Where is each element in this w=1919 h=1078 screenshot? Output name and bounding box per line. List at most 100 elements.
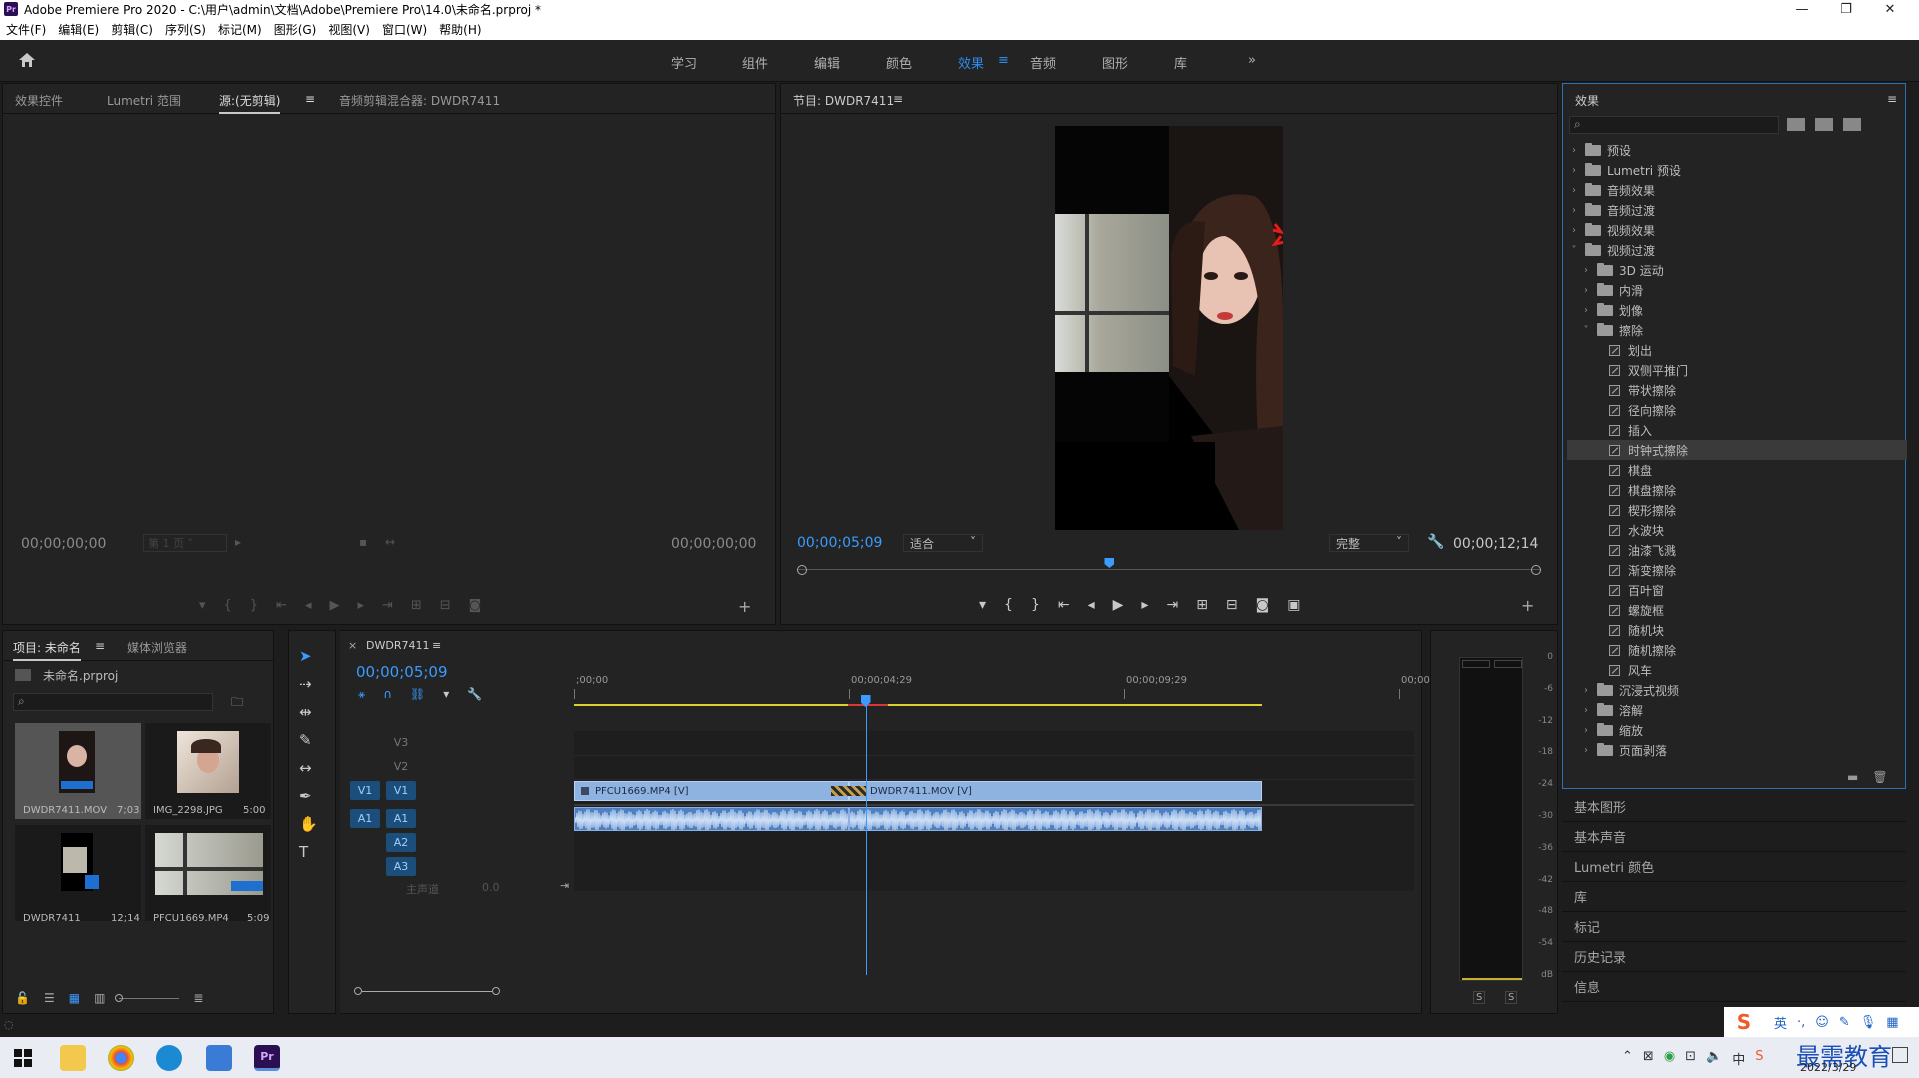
effect-folder[interactable]: › 3D 运动 [1567, 260, 1907, 280]
home-icon[interactable] [18, 52, 36, 68]
ime-tray-icon[interactable]: 中 [1732, 1049, 1745, 1068]
effect-folder[interactable]: ˅ 擦除 [1567, 320, 1907, 340]
program-add-button[interactable]: + [1521, 596, 1534, 615]
chevron-right-icon[interactable]: › [1569, 225, 1579, 236]
edge-icon[interactable] [156, 1045, 182, 1071]
hand-tool-icon[interactable]: ✋ [299, 815, 318, 833]
32-bit-effects-icon[interactable] [1815, 118, 1833, 131]
sort-icon[interactable]: ≣ [193, 991, 203, 1005]
sogou-ime-icon[interactable]: S [1724, 1007, 1764, 1037]
menu-file[interactable]: 文件(F) [6, 21, 46, 38]
program-title[interactable]: 节目: DWDR7411 [793, 92, 894, 109]
lock-icon[interactable]: 🔓 [15, 991, 30, 1005]
add-marker-icon[interactable]: ▾ [443, 687, 449, 702]
ripple-edit-tool-icon[interactable]: ⇹ [299, 703, 318, 721]
sequence-menu-icon[interactable]: ≡ [432, 639, 441, 652]
effect-item[interactable]: 随机块 [1567, 620, 1907, 640]
track-v3-label[interactable]: V3 [386, 733, 416, 752]
tray-app2-icon[interactable]: ◉ [1664, 1049, 1675, 1068]
step-forward-icon[interactable]: ▸ [1141, 597, 1148, 613]
chevron-right-icon[interactable]: › [1569, 165, 1579, 176]
sogou-tray-icon[interactable]: S [1755, 1049, 1763, 1068]
ime-tools-icon[interactable]: ▦ [1886, 1015, 1898, 1030]
ime-skin-icon[interactable]: ✎ [1839, 1015, 1850, 1030]
new-bin-icon[interactable]: ▬ [1847, 770, 1858, 784]
track-v2-label[interactable]: V2 [386, 757, 416, 776]
tab-source[interactable]: 源:(无剪辑) [219, 92, 281, 114]
photos-icon[interactable] [206, 1045, 232, 1071]
chevron-right-icon[interactable]: › [1569, 185, 1579, 196]
effect-folder[interactable]: › 预设 [1567, 140, 1907, 160]
collapsed-panel-item[interactable]: 基本声音 [1562, 822, 1906, 852]
chevron-down-icon[interactable]: ˅ [1581, 325, 1591, 336]
list-view-icon[interactable]: ☰ [44, 991, 55, 1005]
timeline-scrollbar[interactable] [354, 987, 1174, 995]
accelerated-effects-icon[interactable] [1787, 118, 1805, 131]
razor-tool-icon[interactable]: ✎ [299, 731, 318, 749]
effect-folder[interactable]: › 沉浸式视频 [1567, 680, 1907, 700]
source-add-button[interactable]: + [738, 597, 751, 616]
notification-icon[interactable] [1892, 1047, 1908, 1063]
sequence-tab[interactable]: DWDR7411 [366, 639, 429, 652]
effect-item[interactable]: 划出 [1567, 340, 1907, 360]
menu-graphics[interactable]: 图形(G) [274, 21, 317, 38]
more-workspaces-icon[interactable]: » [1248, 53, 1256, 68]
collapsed-panel-item[interactable]: 库 [1562, 882, 1906, 912]
program-playhead[interactable] [1104, 558, 1115, 568]
chevron-down-icon[interactable]: ˅ [1569, 245, 1579, 256]
track-a1-label[interactable]: A1 [386, 809, 416, 828]
go-to-edit-icon[interactable]: ⇥ [560, 879, 569, 892]
close-sequence-icon[interactable]: × [348, 639, 357, 652]
program-scrubber[interactable] [797, 558, 1541, 580]
menu-clip[interactable]: 剪辑(C) [111, 21, 153, 38]
collapsed-panel-item[interactable]: 历史记录 [1562, 942, 1906, 972]
linked-selection-icon[interactable]: ⛓ [410, 687, 425, 702]
chevron-right-icon[interactable]: › [1581, 685, 1591, 696]
effect-folder[interactable]: › 内滑 [1567, 280, 1907, 300]
tab-project[interactable]: 项目: 未命名 [13, 639, 81, 661]
effect-item[interactable]: 油漆飞溅 [1567, 540, 1907, 560]
tab-media-browser[interactable]: 媒体浏览器 [127, 639, 187, 656]
source-patch-v1[interactable]: V1 [350, 781, 380, 800]
video-clip[interactable]: DWDR7411.MOV [V] [849, 781, 1262, 801]
effect-folder[interactable]: › 划像 [1567, 300, 1907, 320]
effect-item[interactable]: 棋盘 [1567, 460, 1907, 480]
menu-sequence[interactable]: 序列(S) [165, 21, 206, 38]
workspace-color[interactable]: 颜色 [886, 53, 912, 72]
go-to-in-icon[interactable]: ⇤ [1058, 597, 1070, 613]
scrubber-in-handle[interactable] [797, 565, 807, 575]
collapsed-panel-item[interactable]: Lumetri 颜色 [1562, 852, 1906, 882]
workspace-editing[interactable]: 编辑 [814, 53, 840, 72]
transition-marker[interactable] [831, 786, 867, 796]
minimize-button[interactable]: — [1780, 0, 1824, 18]
tab-effect-controls[interactable]: 效果控件 [15, 92, 63, 109]
thumb-pfcu1669[interactable] [145, 825, 271, 921]
effect-folder[interactable]: › 视频效果 [1567, 220, 1907, 240]
chevron-right-icon[interactable]: › [1581, 305, 1591, 316]
file-explorer-icon[interactable] [60, 1045, 86, 1071]
new-search-bin-icon[interactable]: 🗀 [231, 693, 243, 714]
quality-dropdown[interactable]: 完整 ˅ [1329, 534, 1409, 552]
video-clip[interactable]: PFCU1669.MP4 [V] [574, 781, 849, 801]
ime-voice-icon[interactable]: 🎙 [1860, 1015, 1877, 1030]
pen-tool-icon[interactable]: ✒ [299, 787, 318, 805]
icon-view-icon[interactable]: ▦ [69, 991, 80, 1005]
play-icon[interactable]: ▶ [1113, 597, 1124, 613]
scrubber-out-handle[interactable] [1531, 565, 1541, 575]
track-a2-label[interactable]: A2 [386, 833, 416, 852]
tab-audio-clip-mixer[interactable]: 音频剪辑混合器: DWDR7411 [339, 92, 500, 109]
chevron-right-icon[interactable]: › [1581, 285, 1591, 296]
export-frame-icon[interactable]: ◙ [1256, 597, 1270, 613]
menu-window[interactable]: 窗口(W) [382, 21, 427, 38]
work-area-bar[interactable] [574, 704, 1262, 706]
effect-item[interactable]: 百叶窗 [1567, 580, 1907, 600]
thumb-dwdr7411-seq[interactable] [15, 825, 141, 921]
effect-item[interactable]: 螺旋框 [1567, 600, 1907, 620]
chrome-icon[interactable] [108, 1045, 134, 1071]
add-marker-icon[interactable]: ▾ [979, 597, 986, 613]
workspace-libraries[interactable]: 库 [1174, 53, 1187, 72]
project-menu-icon[interactable]: ≡ [95, 639, 105, 653]
workspace-menu-icon[interactable]: ≡ [998, 53, 1009, 68]
network-icon[interactable]: ⊡ [1685, 1049, 1696, 1068]
effect-folder[interactable]: › 溶解 [1567, 700, 1907, 720]
